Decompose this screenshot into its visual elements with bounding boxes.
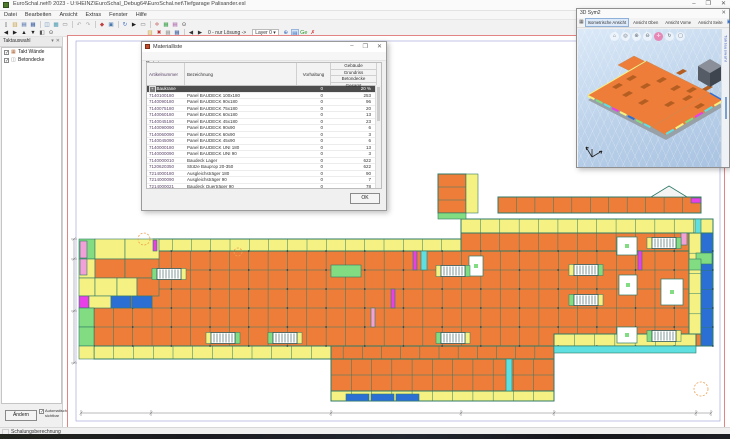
takt-panel: Taktauswahl ▾ ✕ ✓▦Takt Wände✓◫Betondecke…	[0, 37, 63, 427]
zoom-window-icon[interactable]: ◧	[38, 29, 46, 37]
close-panel-icon[interactable]: ✕	[56, 38, 60, 44]
zoom-out-icon[interactable]: ⊖	[643, 32, 652, 41]
tree-item-betondecke[interactable]: ✓◫Betondecke	[2, 56, 61, 64]
rotate-icon[interactable]: ↻	[665, 32, 674, 41]
window-title: EuroSchal.net® 2023 - U:\HEINZ\EuroSchal…	[13, 1, 246, 7]
pan-up-icon[interactable]: ▲	[20, 29, 28, 37]
pan-down-icon[interactable]: ▼	[29, 29, 37, 37]
dialog-title: Materialliste	[153, 44, 182, 50]
auto-visible-label: Automatisch sichtbar	[45, 409, 67, 418]
takt-tree: ✓▦Takt Wände✓◫Betondecke	[1, 47, 62, 404]
view-button-4[interactable]: Ansicht Seite	[695, 18, 725, 27]
viewer3d-side-strip: Taktauswahl	[721, 29, 729, 167]
view-button-3[interactable]: Ansicht Vorne	[662, 18, 694, 27]
zoom-all-icon[interactable]: ⊙	[47, 29, 55, 37]
home-icon[interactable]: ⌂	[610, 32, 619, 41]
fit-icon[interactable]: ▢	[676, 32, 685, 41]
tree-checkbox[interactable]: ✓	[4, 58, 9, 63]
viewer3d-window: 3D Sym2 ✕ ▦Isometrische AnsichtAnsicht O…	[576, 8, 730, 168]
zoom-in-icon[interactable]: ⊕	[632, 32, 641, 41]
dialog-menubar: Datei	[142, 52, 386, 61]
col-vorhaltung[interactable]: Vorhaltung	[297, 63, 331, 85]
ok-button[interactable]: OK	[350, 193, 380, 204]
menu-ansicht[interactable]: Ansicht	[59, 12, 77, 18]
image-view-icon[interactable]: ▩	[52, 21, 60, 29]
viewer3d-scrollbar[interactable]	[725, 97, 728, 119]
menu-bearbeiten[interactable]: Bearbeiten	[25, 12, 52, 18]
dialog-minimize-button[interactable]: –	[350, 43, 353, 50]
table-row[interactable]: 7214000021Baudeck Querträger 90078	[147, 184, 381, 190]
viewer3d-toolbar: ▦Isometrische AnsichtAnsicht ObenAnsicht…	[577, 18, 729, 28]
tree-item-label: Betondecke	[18, 57, 44, 63]
screenshot-icon[interactable]: ▣	[107, 21, 115, 29]
app-icon	[3, 2, 9, 8]
side-tab[interactable]: Taktauswahl	[724, 35, 729, 63]
pan-right-icon[interactable]: ▶	[11, 29, 19, 37]
open-folder-icon[interactable]: ▥	[11, 21, 19, 29]
pan-icon[interactable]: ✛	[654, 32, 663, 41]
print-icon[interactable]: ▭	[61, 21, 69, 29]
tree-checkbox[interactable]: ✓	[4, 50, 9, 55]
expander-icon[interactable]: +	[149, 86, 156, 92]
redo-icon[interactable]: ↷	[84, 21, 92, 29]
dialog-icon	[145, 44, 150, 49]
pin-view-icon[interactable]: ▣	[727, 19, 730, 26]
pan-left-icon[interactable]: ◀	[2, 29, 10, 37]
col-gesamt-stack[interactable]: GebäudeGrundrissBetondeckeGesamt	[331, 63, 377, 85]
col-bezeichnung[interactable]: Bezeichnung	[185, 63, 297, 85]
iso-model	[578, 29, 723, 167]
menu-datei[interactable]: Datei	[4, 12, 17, 18]
zoom-icon[interactable]: ⊙	[180, 21, 188, 29]
slab-icon: ◫	[11, 58, 16, 63]
grid-3d-icon[interactable]: ▦	[579, 19, 584, 26]
app-window: EuroSchal.net® 2023 - U:\HEINZ\EuroSchal…	[0, 0, 730, 439]
save-icon[interactable]: ▤	[20, 21, 28, 29]
table-header: Artikelnummer Bezeichnung Vorhaltung Geb…	[147, 63, 381, 86]
dialog-close-button[interactable]: ✕	[377, 43, 382, 50]
table-scrollbar[interactable]	[375, 85, 381, 189]
material-list-icon[interactable]: ▦	[162, 21, 170, 29]
menu-fenster[interactable]: Fenster	[109, 12, 128, 18]
view-button-2[interactable]: Ansicht Oben	[630, 18, 661, 27]
undo-icon[interactable]: ↶	[75, 21, 83, 29]
wall-icon: ▦	[11, 50, 16, 55]
paint-icon[interactable]: ◆	[98, 21, 106, 29]
tree-item-takt-wände[interactable]: ✓▦Takt Wände	[2, 48, 61, 56]
change-button[interactable]: Ändern	[5, 410, 37, 421]
table-icon[interactable]: ▤	[171, 21, 179, 29]
dialog-maximize-button[interactable]: ❐	[363, 43, 368, 50]
pointer-icon[interactable]: ▶	[130, 21, 138, 29]
desktop-edge	[0, 434, 730, 439]
materialliste-dialog: Materialliste – ❐ ✕ Datei Artikelnummer …	[141, 41, 387, 211]
save-all-icon[interactable]: ▦	[29, 21, 37, 29]
col-artikelnummer[interactable]: Artikelnummer	[147, 63, 185, 85]
pin-icon[interactable]: ▾	[51, 38, 54, 44]
viewer3d-close-icon[interactable]: ✕	[721, 10, 726, 16]
new-file-icon[interactable]: ▯	[2, 21, 10, 29]
viewer3d-title: 3D Sym2	[580, 10, 601, 16]
auto-visible-checkbox[interactable]: ✓	[39, 409, 44, 414]
menu-extras[interactable]: Extras	[86, 12, 102, 18]
menu-hilfe[interactable]: Hilfe	[136, 12, 147, 18]
rect-select-icon[interactable]: ▭	[139, 21, 147, 29]
orbit-icon[interactable]: ◎	[621, 32, 630, 41]
move-icon[interactable]: ✛	[153, 21, 161, 29]
material-table: Artikelnummer Bezeichnung Vorhaltung Geb…	[146, 62, 382, 189]
refresh-icon[interactable]: ↻	[121, 21, 129, 29]
takt-panel-title: Taktauswahl	[3, 38, 31, 44]
viewer3d-viewport[interactable]: ⌂◎⊕⊖✛↻▢	[578, 29, 723, 167]
tree-item-label: Takt Wände	[18, 49, 44, 55]
view-button-1[interactable]: Isometrische Ansicht	[585, 18, 629, 27]
page-setup-icon[interactable]: ◫	[43, 21, 51, 29]
